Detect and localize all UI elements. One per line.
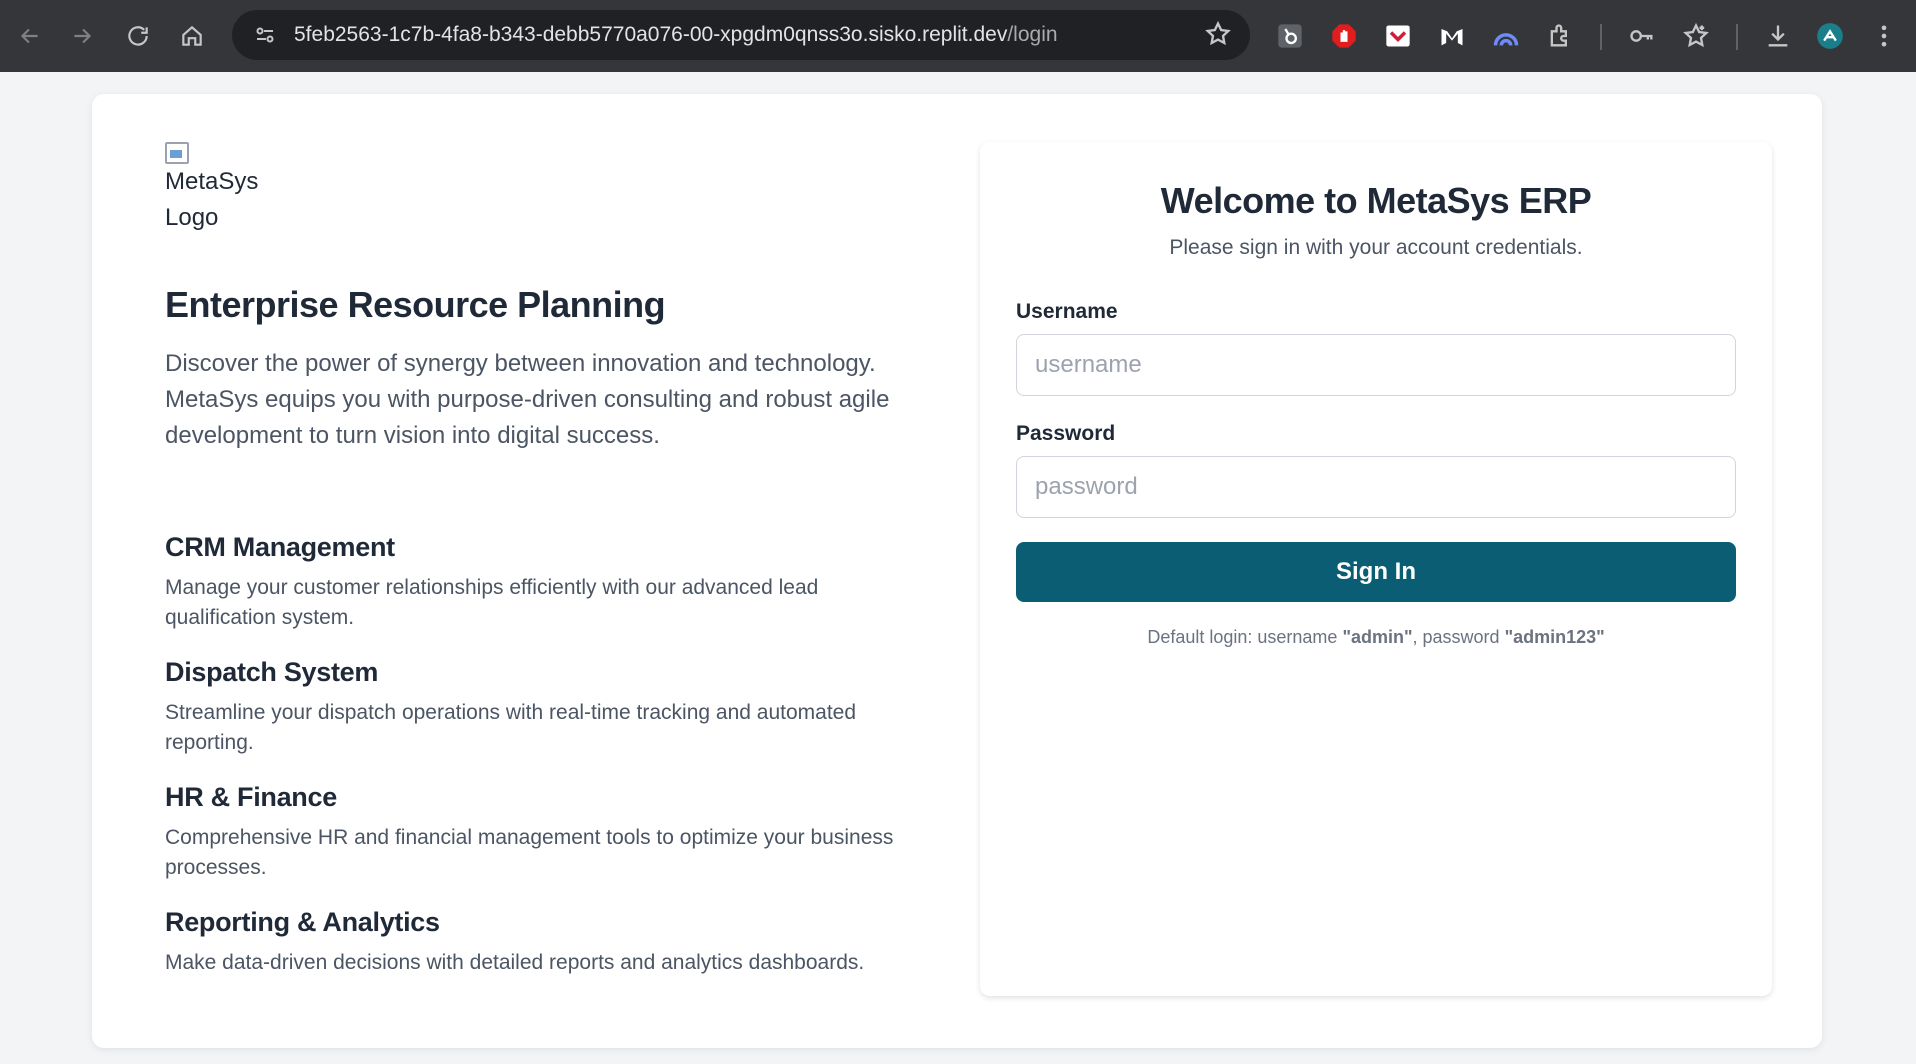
feature-item: HR & Finance Comprehensive HR and financ… (165, 782, 945, 883)
password-key-icon[interactable] (1620, 14, 1664, 58)
sign-in-button[interactable]: Sign In (1016, 542, 1736, 602)
feature-item: CRM Management Manage your customer rela… (165, 532, 945, 633)
feature-item: Dispatch System Streamline your dispatch… (165, 657, 945, 758)
feature-title: HR & Finance (165, 782, 337, 812)
malwarebytes-extension-icon[interactable] (1430, 14, 1474, 58)
login-subtitle: Please sign in with your account credent… (1169, 236, 1583, 259)
feature-description: Manage your customer relationships effic… (165, 576, 819, 629)
feature-description: Comprehensive HR and financial managemen… (165, 826, 894, 879)
feature-item: Reporting & Analytics Make data-driven d… (165, 907, 945, 978)
password-label: Password (1016, 422, 1116, 445)
login-page-card: MetaSys Logo Enterprise Resource Plannin… (92, 94, 1822, 1048)
intro-panel: MetaSys Logo Enterprise Resource Plannin… (165, 142, 945, 1002)
back-icon[interactable] (4, 10, 56, 62)
extensions-puzzle-icon[interactable] (1538, 14, 1582, 58)
login-form-panel: Welcome to MetaSys ERP Please sign in wi… (980, 142, 1772, 996)
broken-image-icon (165, 142, 189, 164)
hubspot-extension-icon[interactable] (1268, 14, 1312, 58)
toolbar-divider (1736, 24, 1738, 50)
feature-list: CRM Management Manage your customer rela… (165, 532, 945, 978)
pocket-extension-icon[interactable] (1376, 14, 1420, 58)
toolbar-divider (1600, 24, 1602, 50)
bookmark-star-icon[interactable] (1204, 20, 1234, 50)
favorites-star-icon[interactable] (1674, 14, 1718, 58)
feature-title: CRM Management (165, 532, 395, 562)
feature-description: Streamline your dispatch operations with… (165, 701, 857, 754)
browser-menu-icon[interactable] (1862, 14, 1906, 58)
reload-icon[interactable] (112, 10, 164, 62)
default-login-hint: Default login: username "admin", passwor… (1147, 627, 1605, 647)
address-bar[interactable]: 5feb2563-1c7b-4fa8-b343-debb5770a076-00-… (232, 10, 1250, 60)
url-text: 5feb2563-1c7b-4fa8-b343-debb5770a076-00-… (294, 23, 1058, 46)
adblock-extension-icon[interactable] (1322, 14, 1366, 58)
vpn-extension-icon[interactable] (1484, 14, 1528, 58)
logo-alt-text: MetaSys Logo (165, 168, 259, 231)
password-input[interactable] (1016, 456, 1736, 518)
profile-avatar[interactable] (1808, 14, 1852, 58)
username-input[interactable] (1016, 334, 1736, 396)
login-title: Welcome to MetaSys ERP (1160, 180, 1592, 221)
hero-title: Enterprise Resource Planning (165, 284, 666, 325)
feature-title: Reporting & Analytics (165, 907, 440, 937)
feature-title: Dispatch System (165, 657, 379, 687)
feature-description: Make data-driven decisions with detailed… (165, 951, 865, 974)
username-label: Username (1016, 300, 1118, 323)
download-icon[interactable] (1756, 14, 1800, 58)
metasys-logo: MetaSys Logo (165, 142, 275, 242)
forward-icon[interactable] (56, 10, 108, 62)
site-settings-icon[interactable] (240, 10, 290, 60)
hero-description: Discover the power of synergy between in… (165, 350, 890, 449)
browser-toolbar: 5feb2563-1c7b-4fa8-b343-debb5770a076-00-… (0, 0, 1916, 72)
home-icon[interactable] (166, 10, 218, 62)
